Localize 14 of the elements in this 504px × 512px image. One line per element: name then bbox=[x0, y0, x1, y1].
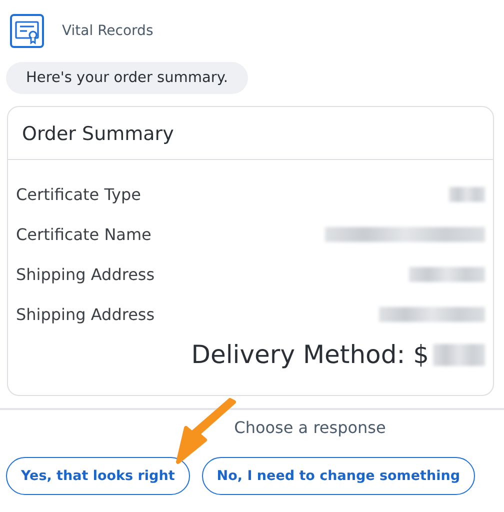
field-label: Certificate Name bbox=[16, 224, 152, 244]
field-label: Shipping Address bbox=[16, 304, 155, 324]
response-button[interactable]: No, I need to change something bbox=[202, 457, 475, 495]
total-label: Delivery Method: $ bbox=[191, 340, 429, 369]
field-label: Shipping Address bbox=[16, 264, 155, 284]
card-title: Order Summary bbox=[8, 107, 493, 160]
redacted-value bbox=[433, 344, 485, 366]
response-button[interactable]: Yes, that looks right bbox=[6, 457, 190, 495]
certificate-icon bbox=[10, 14, 44, 48]
redacted-value bbox=[449, 186, 485, 202]
sender-name: Vital Records bbox=[62, 23, 154, 39]
prompt-text: Choose a response bbox=[233, 418, 387, 437]
field-label: Certificate Type bbox=[16, 184, 141, 204]
message-bubble: Here's your order summary. bbox=[6, 62, 248, 94]
